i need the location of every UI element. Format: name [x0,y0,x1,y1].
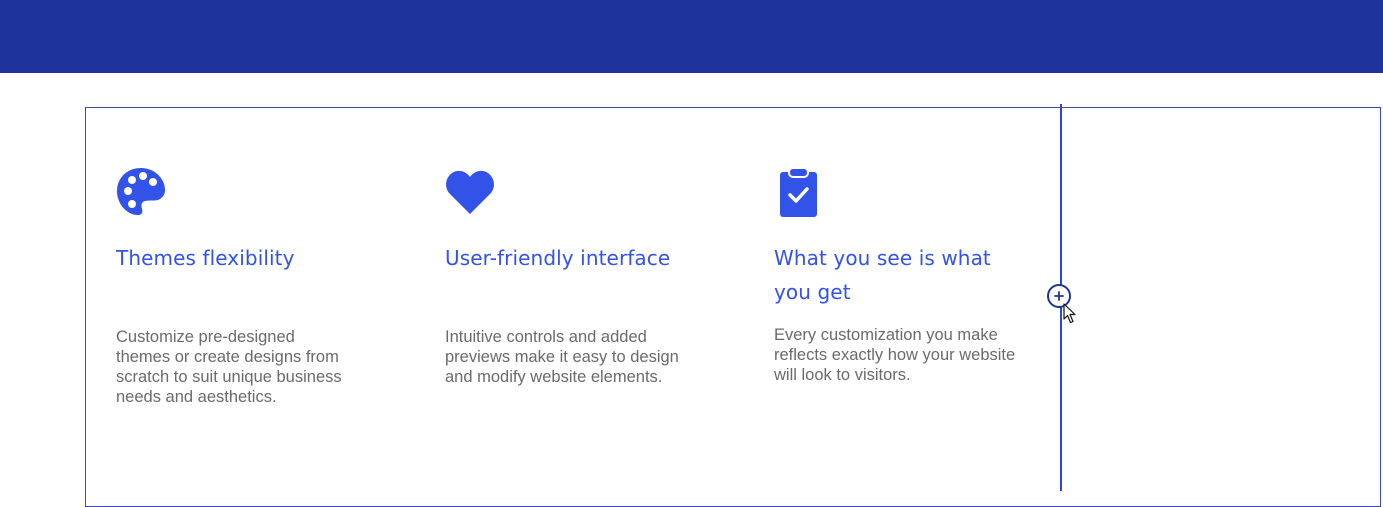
header-bar [0,0,1383,73]
clipboard-check-icon [774,167,824,219]
feature-title: User-friendly interface [445,246,671,270]
features-section [85,107,1381,507]
feature-title: What you see is what you get [774,246,991,304]
feature-description: Customize pre-designed themes or create … [116,328,342,406]
feature-title: Themes flexibility [116,246,295,270]
feature-description: Every customization you make reflects ex… [774,326,1016,384]
palette-icon [116,167,166,219]
heart-icon [445,167,495,219]
plus-icon [1054,291,1064,301]
mouse-pointer-icon [1063,303,1076,324]
feature-description: Intuitive controls and added previews ma… [445,328,679,386]
